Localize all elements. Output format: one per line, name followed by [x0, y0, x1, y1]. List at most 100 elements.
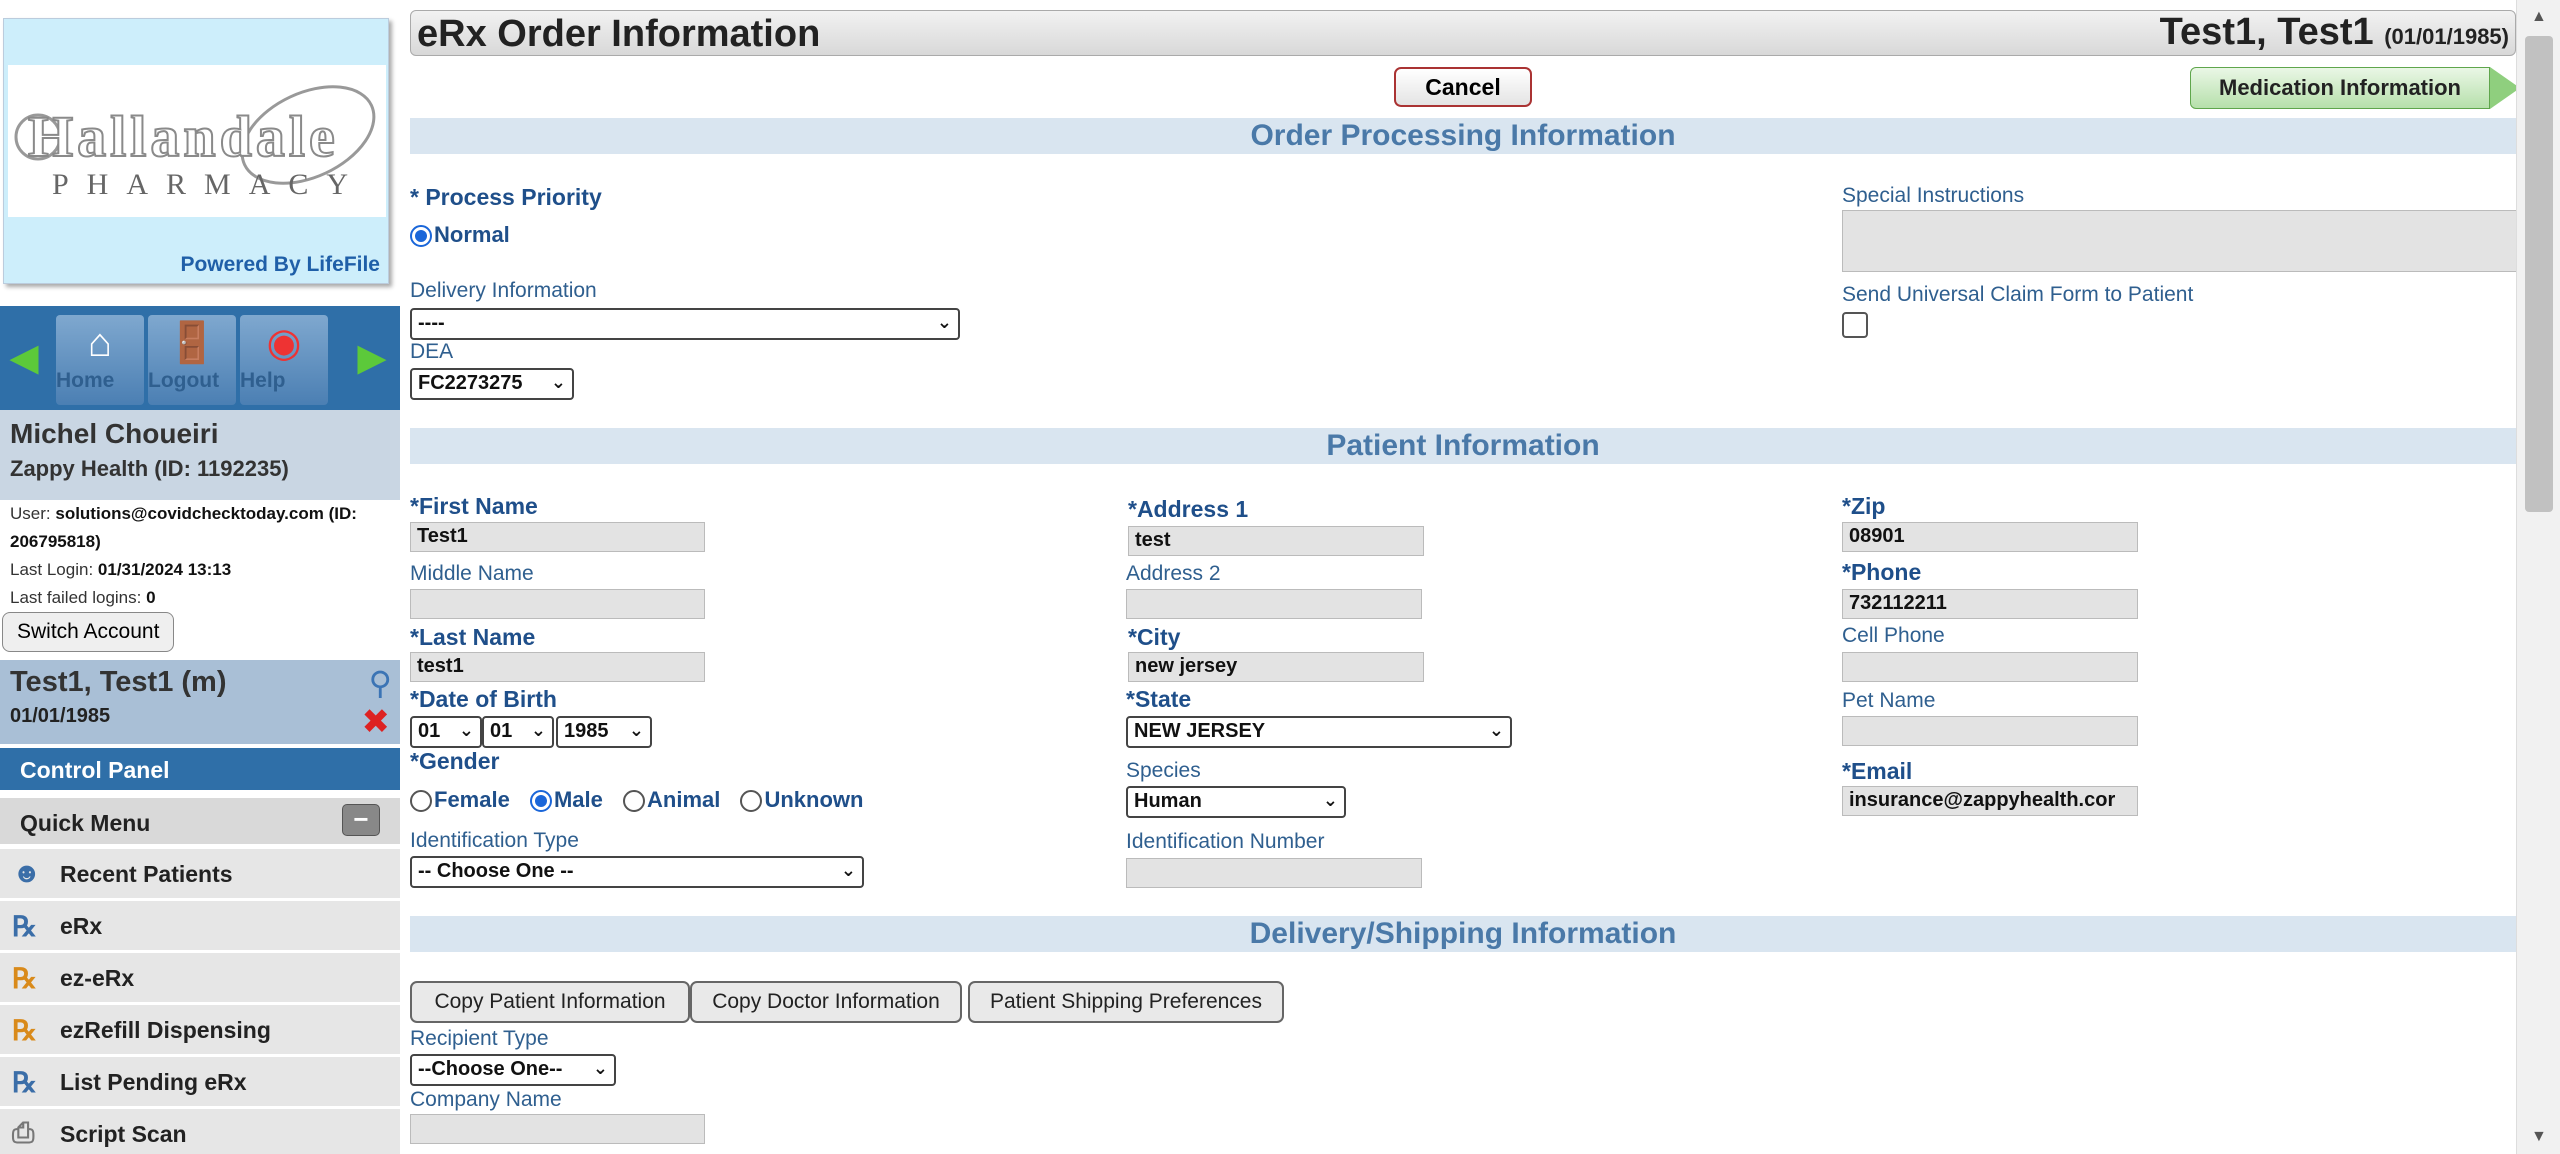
dea-value: FC2273275: [418, 372, 523, 394]
identification-number-input[interactable]: [1126, 858, 1422, 888]
identification-number-label: Identification Number: [1126, 830, 1325, 853]
gender-male-radio[interactable]: [529, 790, 552, 813]
gender-options: Female Male Animal Unknown: [410, 786, 877, 813]
phone-input[interactable]: 732112211: [1842, 589, 2138, 619]
company-name-label: Company Name: [410, 1088, 562, 1111]
quick-item-script-scan[interactable]: ⎙ Script Scan: [0, 1108, 400, 1154]
gender-animal-option[interactable]: Animal: [623, 787, 720, 813]
gender-animal-label: Animal: [647, 787, 721, 813]
quick-item-recent-patients[interactable]: ☻ Recent Patients: [0, 848, 400, 898]
scroll-down-icon[interactable]: ▼: [2531, 1128, 2547, 1146]
phone-label: *Phone: [1842, 559, 1921, 586]
scroll-thumb[interactable]: [2525, 36, 2553, 512]
scroll-up-icon[interactable]: ▲: [2531, 8, 2547, 26]
gender-female-label: Female: [434, 787, 510, 813]
special-instructions-label: Special Instructions: [1842, 184, 2025, 207]
state-label: *State: [1126, 686, 1191, 713]
email-text: *Email: [1842, 758, 1913, 784]
priority-normal-radio[interactable]: [410, 225, 432, 248]
chevron-down-icon: ⌄: [592, 1058, 608, 1078]
medication-information-button[interactable]: Medication Information: [2190, 67, 2490, 109]
chevron-down-icon: ⌄: [1488, 720, 1504, 740]
recipient-type-select[interactable]: --Choose One-- ⌄: [410, 1054, 616, 1086]
dob-month-select[interactable]: 01 ⌄: [410, 716, 482, 748]
first-name-label: *First Name: [410, 493, 538, 520]
middle-name-input[interactable]: [410, 589, 705, 619]
home-icon: ⌂: [87, 321, 113, 365]
priority-normal-option[interactable]: Normal: [410, 222, 510, 248]
priority-normal-label: Normal: [434, 222, 510, 247]
process-priority-text: * Process Priority: [410, 184, 602, 210]
pet-name-input[interactable]: [1842, 716, 2138, 746]
quick-item-list-pending[interactable]: ℞ List Pending eRx: [0, 1056, 400, 1106]
claim-form-checkbox[interactable]: [1842, 312, 1868, 338]
quick-item-label: Script Scan: [60, 1121, 187, 1147]
quick-item-ez-erx[interactable]: ℞ ez-eRx: [0, 952, 400, 1002]
quick-item-ezrefill[interactable]: ℞ ezRefill Dispensing: [0, 1004, 400, 1054]
quick-item-erx[interactable]: ℞ eRx: [0, 900, 400, 950]
control-panel-link[interactable]: Control Panel: [0, 748, 400, 790]
logo-name: Hallandale: [27, 103, 339, 170]
rx-orange-icon: ℞: [12, 964, 38, 995]
switch-account-button[interactable]: Switch Account: [2, 612, 175, 652]
gender-unknown-option[interactable]: Unknown: [740, 787, 863, 813]
dob-day-value: 01: [490, 720, 513, 742]
logout-button[interactable]: 🚪 Logout: [148, 315, 236, 405]
gender-male-option[interactable]: Male: [529, 787, 603, 813]
zip-input[interactable]: 08901: [1842, 522, 2138, 552]
vertical-scrollbar[interactable]: ▲ ▼: [2516, 0, 2560, 1154]
patient-shipping-preferences-button[interactable]: Patient Shipping Preferences: [968, 981, 1284, 1023]
identification-type-label: Identification Type: [410, 829, 579, 852]
last-name-label: *Last Name: [410, 624, 535, 651]
state-select[interactable]: NEW JERSEY ⌄: [1126, 716, 1512, 748]
chevron-down-icon: ⌄: [1322, 790, 1338, 810]
forward-arrow-icon[interactable]: ▶: [352, 336, 392, 380]
address2-input[interactable]: [1126, 589, 1422, 619]
city-input[interactable]: new jersey: [1128, 652, 1424, 682]
first-name-input[interactable]: Test1: [410, 522, 705, 552]
rx-icon: ℞: [12, 912, 38, 943]
address2-label: Address 2: [1126, 562, 1221, 585]
gender-unknown-radio[interactable]: [740, 790, 763, 813]
middle-name-label: Middle Name: [410, 562, 534, 585]
zip-label: *Zip: [1842, 493, 1885, 520]
close-icon[interactable]: ✖: [362, 702, 391, 742]
dob-month-value: 01: [418, 720, 441, 742]
sidebar: Hallandale PHARMACY Powered By LifeFile …: [0, 0, 400, 1154]
last-name-input[interactable]: test1: [410, 652, 705, 682]
gender-animal-radio[interactable]: [623, 790, 645, 813]
main-content: eRx Order Information Test1, Test1 (01/0…: [410, 0, 2520, 1154]
cell-phone-input[interactable]: [1842, 652, 2138, 682]
gender-label: *Gender: [410, 748, 499, 775]
help-button[interactable]: ◉ Help: [240, 315, 328, 405]
species-select[interactable]: Human ⌄: [1126, 786, 1346, 818]
cancel-button[interactable]: Cancel: [1394, 67, 1532, 107]
email-input[interactable]: insurance@zappyhealth.cor: [1842, 786, 2138, 816]
process-priority-label: * Process Priority: [410, 184, 602, 211]
dob-day-select[interactable]: 01 ⌄: [482, 716, 554, 748]
dea-label: DEA: [410, 340, 454, 363]
nav-bar: ◀ ⌂ Home 🚪 Logout ◉ Help ▶: [0, 306, 400, 410]
people-icon: ☻: [12, 858, 42, 889]
delivery-information-select[interactable]: ---- ⌄: [410, 308, 960, 340]
copy-patient-info-button[interactable]: Copy Patient Information: [410, 981, 690, 1023]
failed-logins-line: Last failed logins: 0: [10, 584, 395, 612]
address1-input[interactable]: test: [1128, 526, 1424, 556]
dea-select[interactable]: FC2273275 ⌄: [410, 368, 574, 400]
copy-doctor-info-button[interactable]: Copy Doctor Information: [690, 981, 962, 1023]
company-name-input[interactable]: [410, 1114, 705, 1144]
quick-item-label: eRx: [60, 913, 103, 939]
special-instructions-input[interactable]: [1842, 210, 2518, 272]
last-login-value: 01/31/2024 13:13: [97, 560, 232, 579]
gender-female-option[interactable]: Female: [410, 787, 510, 813]
gender-female-radio[interactable]: [410, 790, 432, 813]
home-button[interactable]: ⌂ Home: [56, 315, 144, 405]
quick-menu-label: Quick Menu: [20, 810, 151, 836]
patient-name: Test1, Test1 (m): [10, 666, 227, 698]
back-arrow-icon[interactable]: ◀: [4, 336, 44, 380]
collapse-icon[interactable]: −: [342, 804, 380, 836]
magnifier-icon[interactable]: ⚲: [369, 664, 392, 702]
dob-year-select[interactable]: 1985 ⌄: [556, 716, 652, 748]
species-value: Human: [1134, 790, 1202, 812]
identification-type-select[interactable]: -- Choose One -- ⌄: [410, 856, 864, 888]
